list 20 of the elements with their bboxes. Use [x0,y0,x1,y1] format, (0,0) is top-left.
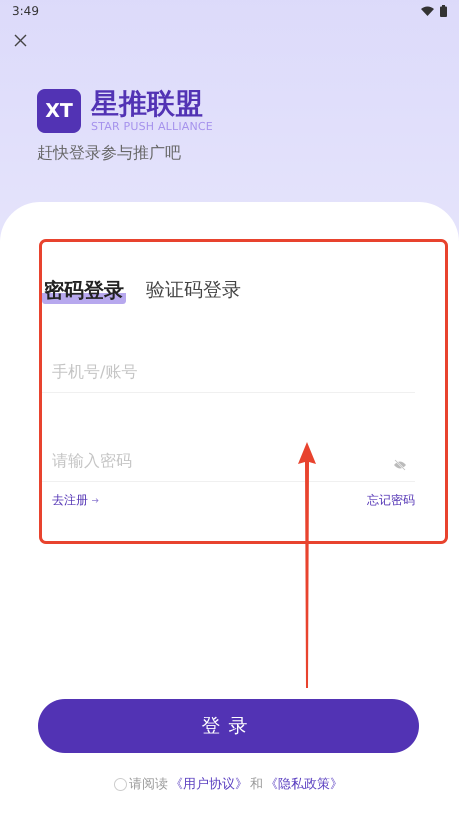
agreement-joiner: 和 [250,776,263,793]
battery-icon [440,5,447,17]
login-tab[interactable]: 验证码登录 [144,276,243,304]
forgot-password-link[interactable]: 忘记密码 [367,492,415,509]
agreement-prefix: 请阅读 [129,776,168,793]
arrow-icon [92,497,99,504]
agreement-checkbox[interactable] [114,778,127,790]
password-field[interactable]: 请输入密码 [50,450,393,471]
wifi-icon [421,6,434,16]
login-button[interactable]: 登录 [38,699,419,753]
slogan: 赶快登录参与推广吧 [37,143,182,164]
status-time: 3:49 [12,4,39,18]
account-field[interactable]: 手机号/账号 [50,361,407,382]
brand-tagline: STAR PUSH ALLIANCE [91,120,213,133]
terms-link[interactable]: 《用户协议》 [170,775,248,793]
brand-name: 星推联盟 [91,88,204,120]
logo: XT [37,88,81,132]
eye-off-icon[interactable] [393,459,407,471]
privacy-link[interactable]: 《隐私政策》 [265,775,343,793]
register-link[interactable]: 去注册 [52,492,99,509]
